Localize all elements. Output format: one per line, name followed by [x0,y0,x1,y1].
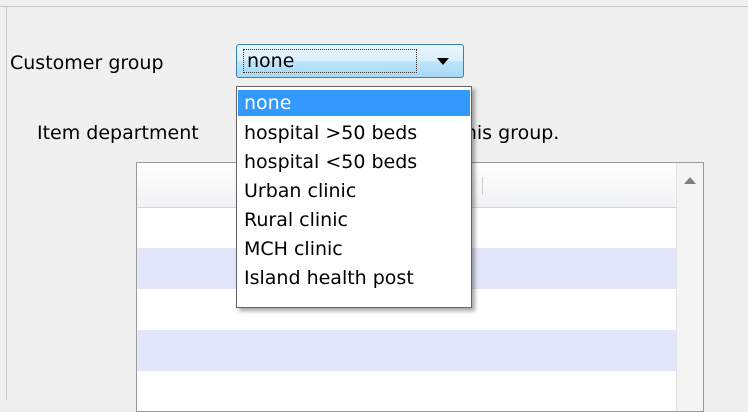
dropdown-option-hospital-under-50[interactable]: hospital <50 beds [238,149,470,175]
dialog-panel: Customer group none Item department plie… [0,0,748,412]
vertical-scrollbar[interactable] [676,163,703,411]
dropdown-option-island-health-post[interactable]: Island health post [238,265,470,291]
frame-line-top [0,6,748,7]
customer-group-select-value[interactable]: none [243,49,417,73]
dropdown-option-mch-clinic[interactable]: MCH clinic [238,236,470,262]
customer-group-select[interactable]: none [236,44,464,78]
dropdown-option-rural-clinic[interactable]: Rural clinic [238,207,470,233]
customer-group-dropdown[interactable]: none hospital >50 beds hospital <50 beds… [236,86,472,308]
dropdown-option-hospital-over-50[interactable]: hospital >50 beds [238,120,470,146]
dropdown-option-urban-clinic[interactable]: Urban clinic [238,178,470,204]
scroll-up-icon[interactable] [684,177,696,184]
table-row[interactable] [137,330,677,371]
customer-group-label: Customer group [10,52,164,74]
chevron-down-icon[interactable] [437,58,449,65]
dropdown-option-none[interactable]: none [238,90,470,116]
column-separator [482,177,483,195]
frame-line-left [6,6,7,400]
table-row[interactable] [137,371,677,411]
